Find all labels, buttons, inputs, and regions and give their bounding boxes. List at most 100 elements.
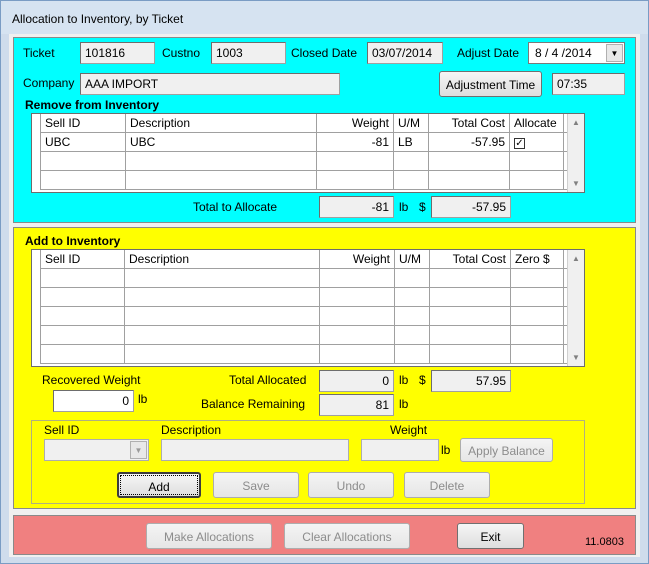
col-weight[interactable]: Weight [320,250,395,269]
cell-empty[interactable] [320,288,395,307]
cell-description[interactable]: UBC [126,133,317,152]
cell-empty[interactable] [125,326,320,345]
cell-total-cost[interactable]: -57.95 [429,133,510,152]
row-selector[interactable] [32,307,41,326]
scroll-up-icon[interactable]: ▲ [568,114,584,131]
scroll-down-icon[interactable]: ▼ [568,349,584,366]
entry-weight-field[interactable] [361,439,439,461]
table-row[interactable] [32,307,569,326]
row-selector[interactable] [32,269,41,288]
cell-empty[interactable] [320,269,395,288]
chevron-down-icon[interactable]: ▼ [130,441,147,459]
table-row[interactable] [32,152,569,171]
closed-date-field[interactable]: 03/07/2014 [367,42,443,64]
cell-empty[interactable] [395,307,430,326]
row-selector[interactable] [32,345,41,364]
cell-allocate[interactable]: ✓ [510,133,564,152]
clear-allocations-button[interactable]: Clear Allocations [284,523,410,549]
row-selector[interactable] [32,288,41,307]
check-icon[interactable]: ✓ [514,138,525,149]
cell-empty[interactable] [429,152,510,171]
cell-empty[interactable] [317,171,394,190]
cell-empty[interactable] [126,152,317,171]
cell-empty[interactable] [41,152,126,171]
cell-empty[interactable] [395,345,430,364]
cell-empty[interactable] [511,326,564,345]
cell-empty[interactable] [125,269,320,288]
make-allocations-button[interactable]: Make Allocations [146,523,272,549]
table-row[interactable] [32,288,569,307]
cell-empty[interactable] [510,152,564,171]
table-row[interactable] [32,326,569,345]
cell-empty[interactable] [125,288,320,307]
cell-empty[interactable] [125,345,320,364]
add-grid[interactable]: Sell ID Description Weight U/M Total Cos… [31,249,585,367]
cell-empty[interactable] [41,171,126,190]
cell-empty[interactable] [430,326,511,345]
cell-empty[interactable] [510,171,564,190]
col-um[interactable]: U/M [395,250,430,269]
cell-empty[interactable] [395,269,430,288]
col-um[interactable]: U/M [394,114,429,133]
col-description[interactable]: Description [126,114,317,133]
cell-empty[interactable] [41,345,125,364]
custno-field[interactable]: 1003 [211,42,286,64]
row-selector[interactable] [32,326,41,345]
cell-empty[interactable] [320,326,395,345]
col-sell-id[interactable]: Sell ID [41,250,125,269]
cell-um[interactable]: LB [394,133,429,152]
entry-sell-id-select[interactable]: ▼ [44,439,149,461]
exit-button[interactable]: Exit [457,523,524,549]
cell-empty[interactable] [430,269,511,288]
cell-empty[interactable] [511,307,564,326]
cell-empty[interactable] [395,326,430,345]
row-selector[interactable] [32,133,41,152]
remove-grid[interactable]: Sell ID Description Weight U/M Total Cos… [31,113,585,193]
remove-grid-scrollbar[interactable]: ▲ ▼ [567,114,584,192]
col-allocate[interactable]: Allocate [510,114,564,133]
cell-empty[interactable] [395,288,430,307]
table-row[interactable] [32,269,569,288]
cell-empty[interactable] [511,288,564,307]
recovered-weight-field[interactable]: 0 [53,390,134,412]
adjust-date-picker[interactable]: 8 / 4 /2014 ▼ [528,42,625,64]
col-zero[interactable]: Zero $ [511,250,564,269]
cell-empty[interactable] [41,269,125,288]
cell-empty[interactable] [126,171,317,190]
cell-sell-id[interactable]: UBC [41,133,126,152]
cell-empty[interactable] [429,171,510,190]
col-description[interactable]: Description [125,250,320,269]
cell-empty[interactable] [41,288,125,307]
table-row[interactable] [32,171,569,190]
cell-empty[interactable] [511,345,564,364]
cell-empty[interactable] [41,326,125,345]
company-field[interactable]: AAA IMPORT [80,73,340,95]
chevron-down-icon[interactable]: ▼ [606,44,623,62]
delete-button[interactable]: Delete [404,472,490,498]
cell-empty[interactable] [317,152,394,171]
save-button[interactable]: Save [213,472,299,498]
cell-empty[interactable] [394,171,429,190]
cell-weight[interactable]: -81 [317,133,394,152]
cell-empty[interactable] [430,307,511,326]
scroll-down-icon[interactable]: ▼ [568,175,584,192]
col-total-cost[interactable]: Total Cost [429,114,510,133]
cell-empty[interactable] [394,152,429,171]
cell-empty[interactable] [430,345,511,364]
cell-empty[interactable] [320,345,395,364]
title-bar[interactable]: Allocation to Inventory, by Ticket [1,1,648,34]
cell-empty[interactable] [125,307,320,326]
cell-empty[interactable] [41,307,125,326]
cell-empty[interactable] [430,288,511,307]
add-button[interactable]: Add [117,472,201,498]
col-sell-id[interactable]: Sell ID [41,114,126,133]
col-total-cost[interactable]: Total Cost [430,250,511,269]
add-grid-scrollbar[interactable]: ▲ ▼ [567,250,584,366]
cell-empty[interactable] [320,307,395,326]
table-row[interactable]: UBC UBC -81 LB -57.95 ✓ [32,133,569,152]
cell-empty[interactable] [511,269,564,288]
apply-balance-button[interactable]: Apply Balance [460,438,553,462]
adjustment-time-button[interactable]: Adjustment Time [439,71,542,97]
ticket-field[interactable]: 101816 [80,42,155,64]
table-row[interactable] [32,345,569,364]
